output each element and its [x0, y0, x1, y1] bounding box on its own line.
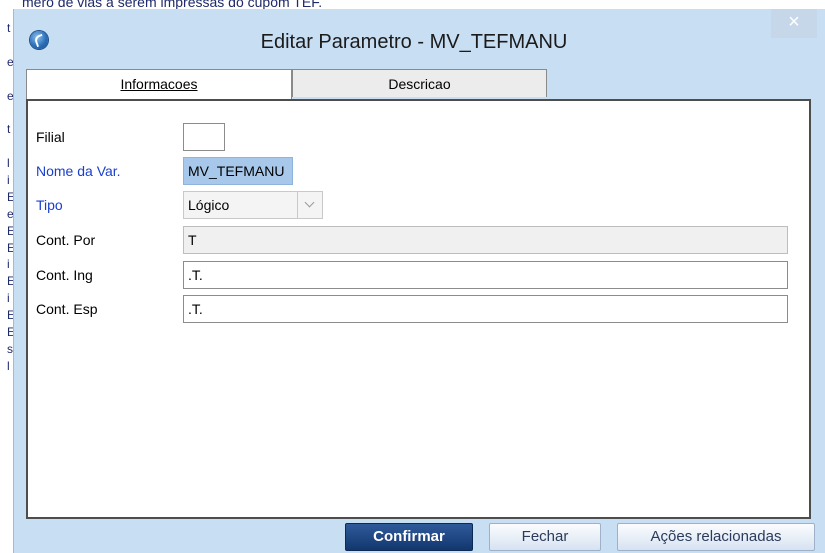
background-char: i: [7, 291, 10, 306]
chevron-down-icon[interactable]: [297, 192, 322, 218]
tipo-select[interactable]: Lógico: [183, 191, 323, 219]
confirm-button[interactable]: Confirmar: [345, 523, 473, 551]
related-actions-button[interactable]: Ações relacionadas: [617, 523, 815, 551]
nome-var-label: Nome da Var.: [36, 163, 121, 179]
tab-informacoes[interactable]: Informacoes: [26, 69, 292, 100]
background-char: E: [7, 189, 14, 204]
background-char: t: [7, 122, 11, 137]
cont-por-label: Cont. Por: [36, 232, 96, 248]
background-char: E: [7, 274, 14, 289]
tab-descricao[interactable]: Descricao: [292, 69, 547, 97]
background-char: [0, 138, 14, 155]
cont-ing-label: Cont. Ing: [36, 267, 93, 283]
background-char: l: [7, 358, 10, 373]
background-char: [0, 71, 14, 88]
dialog-title: Editar Parametro - MV_TEFMANU: [260, 31, 568, 53]
background-char: s: [7, 341, 13, 356]
close-button[interactable]: ×: [771, 9, 817, 38]
dialog-footer: Confirmar Fechar Ações relacionadas: [14, 519, 825, 553]
dialog-titlebar: Editar Parametro - MV_TEFMANU ×: [14, 9, 825, 65]
background-char: t: [7, 21, 11, 35]
background-char: i: [7, 257, 10, 272]
cont-por-input[interactable]: T: [183, 226, 788, 254]
edit-parameter-dialog: Editar Parametro - MV_TEFMANU × Informac…: [13, 9, 825, 553]
filial-input[interactable]: [183, 123, 225, 151]
background-left-column: teetliEeEEiEiEEsl: [0, 20, 14, 553]
background-char: i: [7, 173, 10, 188]
background-char: E: [7, 240, 14, 255]
cont-esp-input[interactable]: .T.: [183, 295, 788, 323]
filial-label: Filial: [36, 129, 65, 145]
tab-panel-informacoes: Filial Nome da Var. MV_TEFMANU Tipo Lógi…: [26, 99, 811, 519]
background-char: e: [7, 88, 14, 103]
background-char: E: [7, 223, 14, 238]
background-char: [0, 104, 14, 121]
background-char: e: [7, 54, 14, 69]
close-dialog-button[interactable]: Fechar: [489, 523, 601, 551]
cont-esp-label: Cont. Esp: [36, 301, 98, 317]
tab-descricao-label: Descricao: [388, 76, 451, 92]
nome-var-input[interactable]: MV_TEFMANU: [183, 157, 293, 185]
background-char: E: [7, 308, 14, 323]
background-char: l: [7, 156, 10, 171]
tipo-label: Tipo: [36, 197, 63, 213]
background-char: [0, 37, 14, 54]
background-char: e: [7, 206, 14, 221]
tab-informacoes-label: Informacoes: [120, 76, 198, 92]
tipo-select-value: Lógico: [188, 197, 230, 213]
background-char: E: [7, 325, 14, 340]
cont-ing-input[interactable]: .T.: [183, 261, 788, 289]
